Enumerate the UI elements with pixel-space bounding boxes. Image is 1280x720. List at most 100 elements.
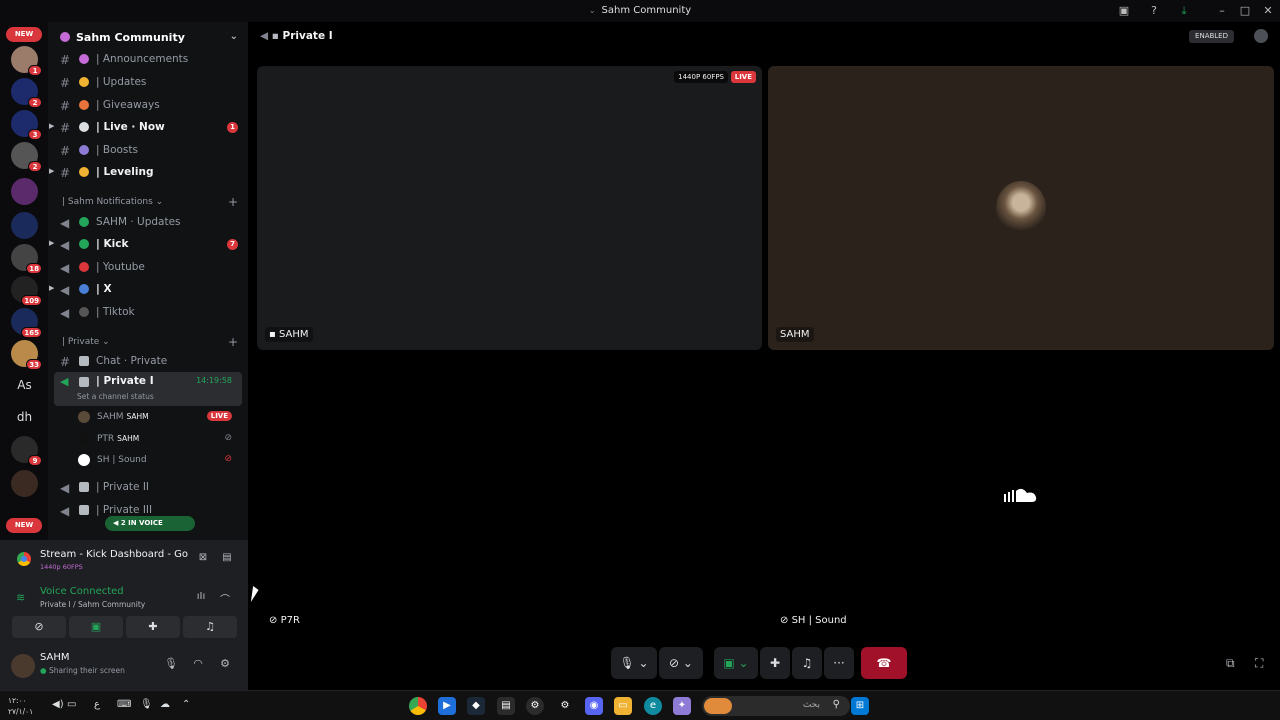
server-icon[interactable]: As xyxy=(11,372,38,399)
add-channel-icon[interactable]: + xyxy=(228,335,238,349)
server-icon[interactable]: 109 xyxy=(11,276,42,306)
disconnect-icon[interactable]: ⌒ xyxy=(218,591,232,606)
channel-youtube[interactable]: ◀ | Youtube xyxy=(48,258,248,278)
windows-start-icon[interactable]: ⊞ xyxy=(851,697,869,715)
soundboard-button[interactable]: ♫ xyxy=(792,647,822,679)
avatar[interactable] xyxy=(11,654,35,678)
server-icon[interactable]: 2 xyxy=(11,78,42,108)
channel-live-now[interactable]: ▶ # | Live · Now 1 xyxy=(48,118,248,138)
chevron-up-icon[interactable]: ⌃ xyxy=(182,699,190,710)
clock[interactable]: ١٢:٠٠ ٢٧/١/٠١ xyxy=(8,695,33,717)
stop-stream-icon[interactable]: ⊠ xyxy=(196,552,210,566)
close-button[interactable]: ✕ xyxy=(1260,3,1276,19)
mention-count-badge: 7 xyxy=(227,239,238,250)
server-icon[interactable]: dh xyxy=(11,404,38,431)
more-icon[interactable]: ··· xyxy=(824,647,854,679)
channel-emoji-icon xyxy=(79,167,89,177)
hash-icon: # xyxy=(60,53,71,67)
server-icon[interactable]: 33 xyxy=(11,340,42,370)
language-indicator[interactable]: ع xyxy=(94,699,100,710)
activities-button[interactable]: ✚ xyxy=(760,647,790,679)
channel-boosts[interactable]: # | Boosts xyxy=(48,141,248,161)
voice-user[interactable]: SAHM SAHM LIVE xyxy=(74,407,242,427)
server-icon[interactable]: 9 xyxy=(11,436,42,466)
minimize-button[interactable]: – xyxy=(1214,3,1230,19)
channel-updates[interactable]: # | Updates xyxy=(48,73,248,93)
channel-giveaways[interactable]: # | Giveaways xyxy=(48,96,248,116)
in-voice-badge[interactable]: ◀ 2 IN VOICE xyxy=(105,516,195,531)
copilot-taskbar-icon[interactable]: ✦ xyxy=(673,697,691,715)
video-tile[interactable]: ⊘ SH | Sound xyxy=(768,356,1274,636)
app-taskbar-icon[interactable]: ⚙ xyxy=(526,697,544,715)
microphone-icon[interactable]: 🎙 xyxy=(164,657,178,670)
category-sahm-notifications[interactable]: | Sahm Notifications ⌄ + xyxy=(62,195,248,213)
video-tile[interactable]: ⊘ P7R xyxy=(257,356,762,636)
network-icon[interactable]: ▭ xyxy=(67,699,76,710)
server-icon[interactable]: 3 xyxy=(11,110,42,140)
microphone-icon[interactable]: 🎙 xyxy=(140,699,153,710)
hash-icon: # xyxy=(60,99,71,113)
server-icon[interactable] xyxy=(11,212,38,239)
onedrive-icon[interactable]: ☁ xyxy=(160,699,170,710)
chat-icon[interactable] xyxy=(1254,29,1268,43)
add-channel-icon[interactable]: + xyxy=(228,195,238,209)
edge-taskbar-icon[interactable]: e xyxy=(644,697,662,715)
category-private[interactable]: | Private ⌄ + xyxy=(62,335,248,353)
gear-icon[interactable]: ⚙ xyxy=(218,657,232,670)
avatar xyxy=(78,411,90,423)
download-icon[interactable]: ⤓ xyxy=(1176,3,1192,19)
voice-channel-icon: ◀ xyxy=(260,30,272,42)
soundboard-button[interactable]: ♫ xyxy=(183,616,237,638)
fullscreen-icon[interactable]: ⛶ xyxy=(1255,656,1263,671)
stream-settings-icon[interactable]: ▤ xyxy=(220,552,234,566)
server-icon[interactable]: 1 xyxy=(11,46,42,76)
inbox-icon[interactable]: ▣ xyxy=(1116,3,1132,19)
taskbar-search[interactable]: بحث ⚲ xyxy=(702,696,850,716)
help-icon[interactable]: ? xyxy=(1146,3,1162,19)
popout-icon[interactable]: ⧉ xyxy=(1226,656,1235,671)
enabled-badge[interactable]: ENABLED xyxy=(1189,30,1234,43)
channel-kick[interactable]: ▶ ◀ | Kick 7 xyxy=(48,235,248,255)
announcement-icon: ◀ xyxy=(60,306,70,320)
noise-suppression-icon[interactable]: ıIı xyxy=(194,591,208,605)
stream-preview[interactable]: Stream - Kick Dashboard - Go... 1440p 60… xyxy=(10,548,240,576)
headphones-icon[interactable]: ◠ xyxy=(191,657,205,670)
volume-icon[interactable]: ◀) xyxy=(52,699,64,710)
disconnect-button[interactable]: ☎ xyxy=(861,647,907,679)
discord-taskbar-icon[interactable]: ◉ xyxy=(585,697,603,715)
voice-channel-link[interactable]: Private I / Sahm Community xyxy=(40,600,145,609)
video-tile[interactable]: 1440P 60FPS LIVE ▪ SAHM xyxy=(257,66,762,350)
server-icon[interactable] xyxy=(11,178,38,205)
channel-tiktok[interactable]: ◀ | Tiktok xyxy=(48,303,248,323)
keyboard-icon[interactable]: ⌨ xyxy=(117,699,131,710)
camera-button[interactable]: ⊘ ⌄ xyxy=(659,647,703,679)
mic-button[interactable]: 🎙 ⌄ xyxy=(611,647,657,679)
voice-connected-label[interactable]: Voice Connected xyxy=(40,586,124,597)
video-tile[interactable]: SAHM xyxy=(768,66,1274,350)
activities-button[interactable]: ✚ xyxy=(126,616,180,638)
server-icon[interactable]: 165 xyxy=(11,308,42,338)
screen-share-button[interactable]: ▣ xyxy=(69,616,123,638)
server-icon[interactable]: 18 xyxy=(11,244,42,274)
voice-user[interactable]: PTR SAHM ⊘ xyxy=(74,429,242,449)
voice-user[interactable]: SH | Sound ⊘ xyxy=(74,450,242,470)
deafened-icon: ⊘ xyxy=(224,454,232,464)
steam-taskbar-icon[interactable]: ◆ xyxy=(467,697,485,715)
channel-private-i[interactable]: ◀ | Private I 14:19:58 Set a channel sta… xyxy=(54,372,242,406)
channel-chat-private[interactable]: # Chat · Private xyxy=(48,352,248,372)
channel-sahm-updates[interactable]: ◀ SAHM · Updates xyxy=(48,213,248,233)
settings-taskbar-icon[interactable]: ⚙ xyxy=(556,697,574,715)
screen-share-button[interactable]: ▣ ⌄ xyxy=(714,647,758,679)
channel-x[interactable]: ▶ ◀ | X xyxy=(48,280,248,300)
camera-off-button[interactable]: ⊘ xyxy=(12,616,66,638)
app-taskbar-icon[interactable]: ▶ xyxy=(438,697,456,715)
chrome-taskbar-icon[interactable] xyxy=(409,697,427,715)
app-taskbar-icon[interactable]: ▤ xyxy=(497,697,515,715)
channel-private-ii[interactable]: ◀ | Private II xyxy=(48,478,248,498)
maximize-button[interactable]: □ xyxy=(1237,3,1253,19)
channel-leveling[interactable]: ▶ # | Leveling xyxy=(48,163,248,183)
file-explorer-taskbar-icon[interactable]: ▭ xyxy=(614,697,632,715)
server-icon[interactable]: 2 xyxy=(11,142,42,172)
server-icon[interactable] xyxy=(11,470,38,497)
channel-announcements[interactable]: # | Announcements xyxy=(48,50,248,70)
